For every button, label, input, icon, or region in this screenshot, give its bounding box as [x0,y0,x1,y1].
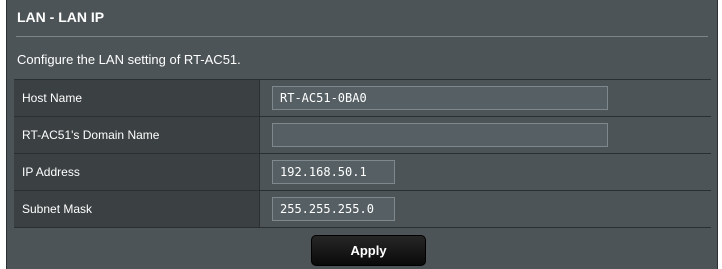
host-name-label: Host Name [14,80,260,116]
subnet-mask-cell [260,191,711,227]
subnet-mask-input[interactable] [272,197,395,221]
host-name-input[interactable] [272,86,608,110]
title-divider [16,36,708,37]
apply-button[interactable]: Apply [311,235,426,266]
panel-title: LAN - LAN IP [17,9,105,25]
ip-address-input[interactable] [272,160,395,184]
panel-description: Configure the LAN setting of RT-AC51. [17,52,241,67]
lan-settings-form: Host Name RT-AC51's Domain Name IP Addre… [14,79,711,228]
domain-name-row: RT-AC51's Domain Name [14,117,711,154]
ip-address-label: IP Address [14,154,260,190]
lan-ip-panel: LAN - LAN IP Configure the LAN setting o… [6,0,718,269]
subnet-mask-label: Subnet Mask [14,191,260,227]
domain-name-input[interactable] [272,123,608,147]
ip-address-row: IP Address [14,154,711,191]
ip-address-cell [260,154,711,190]
host-name-cell [260,80,711,116]
subnet-mask-row: Subnet Mask [14,191,711,228]
host-name-row: Host Name [14,80,711,117]
domain-name-cell [260,117,711,153]
domain-name-label: RT-AC51's Domain Name [14,117,260,153]
